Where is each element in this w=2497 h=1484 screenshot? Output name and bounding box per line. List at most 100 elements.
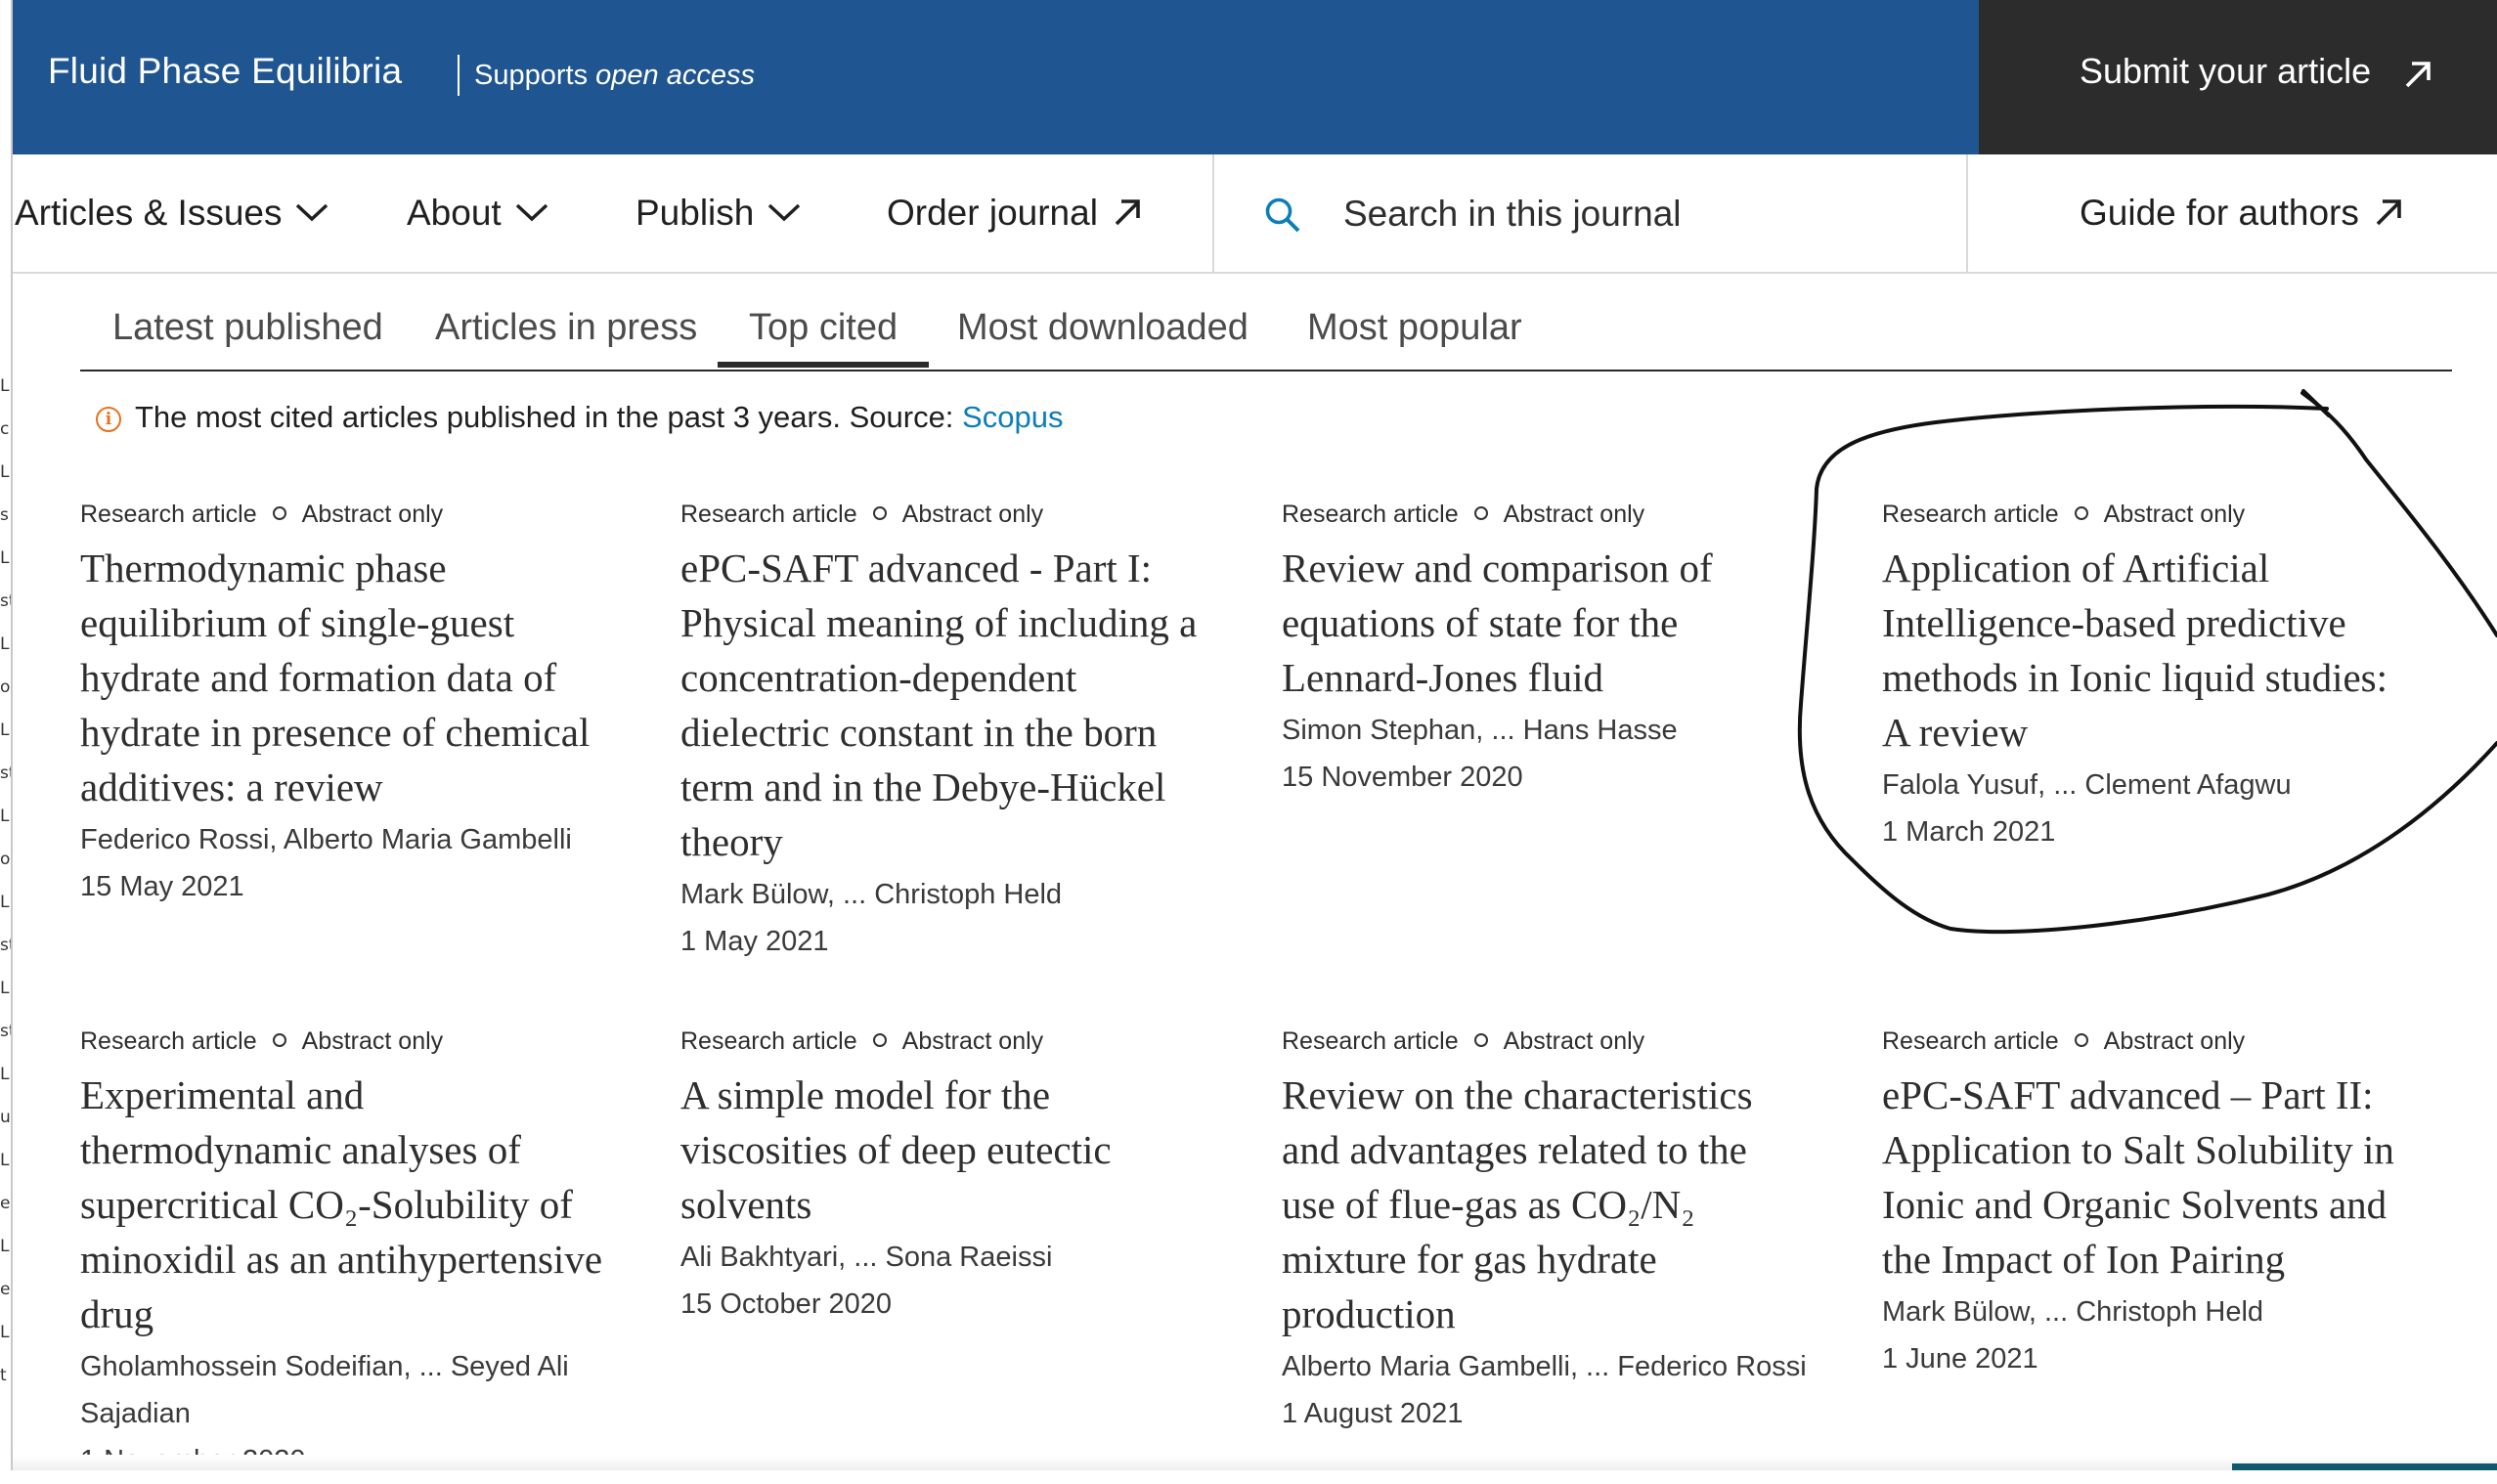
article-authors: Federico Rossi, Alberto Maria Gambelli: [80, 824, 572, 855]
article-title[interactable]: Application of Artificial Intelligence-b…: [1882, 541, 2390, 760]
gutter-letter: L: [0, 548, 10, 568]
article-title[interactable]: ePC-SAFT advanced – Part II: Application…: [1882, 1068, 2430, 1287]
article-access: Abstract only: [1503, 501, 1645, 528]
article-type: Research article: [1282, 1027, 1459, 1055]
external-arrow-icon: [2376, 199, 2401, 226]
article-access: Abstract only: [901, 1027, 1044, 1055]
gutter-letter: L: [0, 979, 10, 998]
floating-widget-edge: [2232, 1463, 2497, 1470]
nav-publish-label: Publish: [635, 193, 755, 233]
journal-title[interactable]: Fluid Phase Equilibria: [48, 51, 402, 92]
info-text: The most cited articles published in the…: [135, 400, 963, 434]
article-date: 1 June 2021: [1882, 1343, 2038, 1375]
article-type: Research article: [80, 1027, 257, 1055]
journal-nav: Articles & Issues About Publish Order jo…: [13, 154, 2497, 274]
open-access-label: open access: [595, 60, 755, 91]
article-title[interactable]: Experimental and thermodynamic analyses …: [80, 1068, 608, 1341]
tab-most-downloaded[interactable]: Most downloaded: [957, 289, 1248, 366]
nav-articles-issues-label: Articles & Issues: [15, 193, 283, 233]
separator-dot-icon: [2074, 1033, 2088, 1047]
article-title[interactable]: A simple model for the viscosities of de…: [680, 1068, 1208, 1232]
article-meta: Research article Abstract only: [1882, 498, 2390, 531]
gutter-letter: e: [0, 1280, 11, 1299]
open-access-badge: Supports open access: [458, 55, 755, 96]
article-authors: Gholamhossein Sodeifian, ... Seyed Ali S…: [80, 1351, 569, 1429]
chevron-down-icon: [515, 203, 548, 222]
supports-label: Supports: [474, 60, 596, 91]
nav-articles-issues[interactable]: Articles & Issues: [15, 154, 329, 272]
article-authors: Mark Bülow, ... Christoph Held: [680, 879, 1063, 910]
gutter-letter: L: [0, 807, 10, 826]
article-title[interactable]: Review and comparison of equations of st…: [1282, 541, 1810, 705]
nav-publish[interactable]: Publish: [635, 154, 801, 272]
article-card: Research article Abstract only Review and…: [1282, 498, 1810, 801]
article-date: 1 May 2021: [680, 926, 829, 957]
search-input[interactable]: [1341, 184, 1932, 244]
nav-order-journal-label: Order journal: [887, 193, 1098, 233]
article-access: Abstract only: [301, 501, 444, 528]
article-date: 15 May 2021: [80, 871, 244, 902]
article-meta: Research article Abstract only: [680, 1025, 1208, 1058]
gutter-letter: u: [0, 1108, 11, 1127]
gutter-letter: L: [0, 893, 10, 912]
submit-article-button[interactable]: Submit your article: [1979, 0, 2497, 154]
article-date: 15 November 2020: [1282, 762, 1523, 793]
article-meta: Research article Abstract only: [1282, 498, 1810, 531]
article-date: 15 October 2020: [680, 1288, 893, 1320]
gutter-letter: L: [0, 1323, 10, 1342]
tab-top-cited[interactable]: Top cited: [717, 289, 930, 368]
article-card: Research article Abstract only Applicatio…: [1882, 498, 2390, 855]
submit-article-label: Submit your article: [2080, 51, 2372, 91]
gutter-letter: c: [0, 419, 10, 439]
journal-search[interactable]: [1214, 154, 1966, 272]
article-access: Abstract only: [301, 1027, 444, 1055]
separator-dot-icon: [872, 1033, 887, 1047]
article-card: Research article Abstract only A simple m…: [680, 1025, 1208, 1328]
gutter-letter: L: [0, 376, 10, 396]
gutter-letter: t: [0, 1366, 7, 1385]
gutter-letter: L: [0, 462, 10, 482]
scopus-link[interactable]: Scopus: [962, 400, 1063, 434]
nav-divider: [1966, 154, 1968, 272]
article-authors: Ali Bakhtyari, ... Sona Raeissi: [680, 1242, 1053, 1273]
gutter-letter: s: [0, 505, 9, 525]
article-date: 1 March 2021: [1882, 816, 2056, 848]
article-type: Research article: [680, 501, 857, 528]
gutter-letter: st: [0, 764, 11, 783]
tab-articles-in-press[interactable]: Articles in press: [435, 289, 697, 366]
article-access: Abstract only: [2103, 501, 2246, 528]
article-card: Research article Abstract only ePC-SAFT a…: [680, 498, 1208, 965]
separator-dot-icon: [872, 506, 887, 520]
article-meta: Research article Abstract only: [80, 1025, 608, 1058]
gutter-letter: o: [0, 677, 11, 697]
article-title[interactable]: Review on the characteristics and advant…: [1282, 1068, 1810, 1341]
article-authors: Alberto Maria Gambelli, ... Federico Ros…: [1282, 1351, 1807, 1382]
gutter-letter: L: [0, 1151, 10, 1170]
chevron-down-icon: [768, 203, 801, 222]
guide-for-authors-label: Guide for authors: [2080, 193, 2359, 233]
nav-order-journal[interactable]: Order journal: [887, 154, 1143, 272]
article-card: Research article Abstract only ePC-SAFT a…: [1882, 1025, 2430, 1382]
info-notice: i The most cited articles published in th…: [96, 400, 1063, 435]
tab-latest-published[interactable]: Latest published: [112, 289, 383, 366]
gutter-letter: e: [0, 1194, 11, 1213]
article-list-tabs: Latest published Articles in press Top c…: [80, 289, 2452, 371]
guide-for-authors-link[interactable]: Guide for authors: [2080, 154, 2404, 272]
article-meta: Research article Abstract only: [1882, 1025, 2430, 1058]
article-access: Abstract only: [1503, 1027, 1645, 1055]
gutter-letter: st: [0, 591, 11, 611]
chevron-down-icon: [296, 203, 329, 222]
article-card: Research article Abstract only Review on …: [1282, 1025, 1810, 1437]
gutter-letter: L: [0, 1065, 10, 1084]
left-window-gutter: Lc Ls Lst Lo Lst Lo Lst Lst Lu Le Le Lt: [0, 0, 13, 1470]
tab-most-popular[interactable]: Most popular: [1307, 289, 1522, 366]
info-icon: i: [96, 407, 121, 432]
gutter-letter: L: [0, 634, 10, 654]
journal-header: Fluid Phase Equilibria Supports open acc…: [13, 0, 2497, 154]
separator-dot-icon: [1473, 1033, 1488, 1047]
nav-about[interactable]: About: [407, 154, 548, 272]
article-title[interactable]: ePC-SAFT advanced - Part I: Physical mea…: [680, 541, 1208, 869]
article-title[interactable]: Thermodynamic phase equilibrium of singl…: [80, 541, 608, 814]
article-card: Research article Abstract only Experiment…: [80, 1025, 608, 1484]
article-access: Abstract only: [901, 501, 1044, 528]
